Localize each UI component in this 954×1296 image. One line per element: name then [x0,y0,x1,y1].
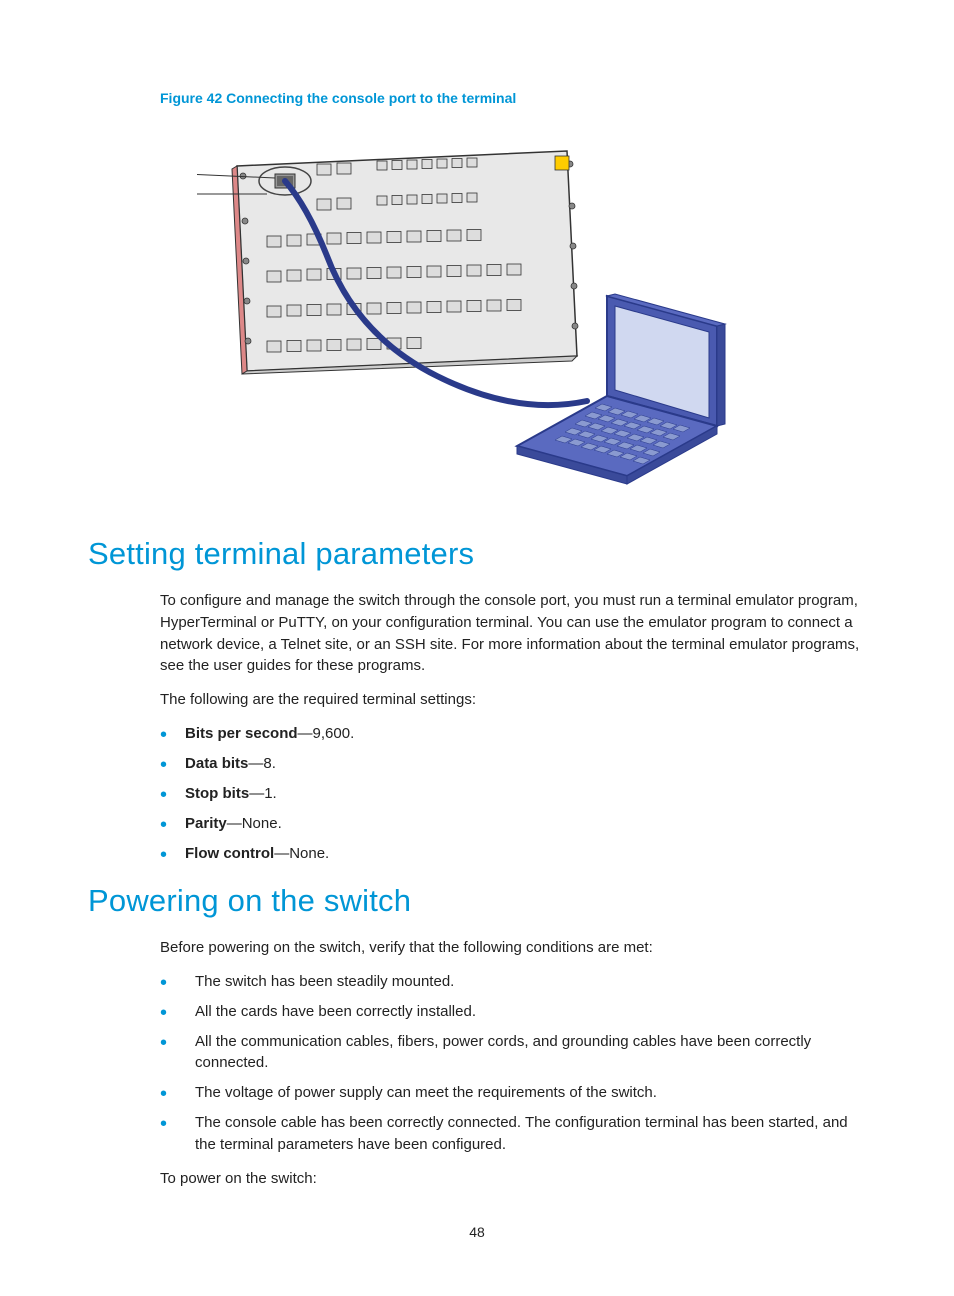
list-item: • The voltage of power supply can meet th… [160,1082,866,1104]
list-item: • The console cable has been correctly co… [160,1112,866,1156]
bullet-icon: • [160,1114,167,1134]
bullet-icon: • [160,973,167,993]
paragraph-terminal-intro: To configure and manage the switch throu… [160,590,866,677]
list-item-text: Flow control—None. [185,843,866,865]
list-item: • Parity—None. [160,813,866,835]
bullet-icon: • [160,1033,167,1053]
list-item: • All the communication cables, fibers, p… [160,1031,866,1075]
bullet-icon: • [160,785,167,805]
list-item-text: All the communication cables, fibers, po… [195,1031,866,1075]
figure-caption: Figure 42 Connecting the console port to… [160,90,866,106]
bullet-icon: • [160,815,167,835]
figure-illustration [88,126,866,506]
list-item-text: All the cards have been correctly instal… [195,1001,866,1023]
list-item-text: Parity—None. [185,813,866,835]
list-item: • All the cards have been correctly insta… [160,1001,866,1023]
paragraph-power-on-intro: To power on the switch: [160,1168,866,1190]
console-connection-illustration [197,126,757,506]
bullet-icon: • [160,1003,167,1023]
list-item-text: The voltage of power supply can meet the… [195,1082,866,1104]
bullet-icon: • [160,725,167,745]
list-item: • Stop bits—1. [160,783,866,805]
list-item-text: The console cable has been correctly con… [195,1112,866,1156]
list-item: • Data bits—8. [160,753,866,775]
list-item-text: The switch has been steadily mounted. [195,971,866,993]
list-item: • The switch has been steadily mounted. [160,971,866,993]
bullet-icon: • [160,1084,167,1104]
conditions-list: • The switch has been steadily mounted. • A… [160,971,866,1156]
paragraph-settings-intro: The following are the required terminal … [160,689,866,711]
list-item-text: Bits per second—9,600. [185,723,866,745]
heading-powering-on-switch: Powering on the switch [88,883,866,919]
terminal-settings-list: • Bits per second—9,600. • Data bits—8. • Sto… [160,723,866,865]
list-item-text: Data bits—8. [185,753,866,775]
paragraph-powering-intro: Before powering on the switch, verify th… [160,937,866,959]
list-item: • Bits per second—9,600. [160,723,866,745]
page-number: 48 [0,1224,954,1240]
list-item-text: Stop bits—1. [185,783,866,805]
heading-setting-terminal-parameters: Setting terminal parameters [88,536,866,572]
bullet-icon: • [160,755,167,775]
list-item: • Flow control—None. [160,843,866,865]
bullet-icon: • [160,845,167,865]
